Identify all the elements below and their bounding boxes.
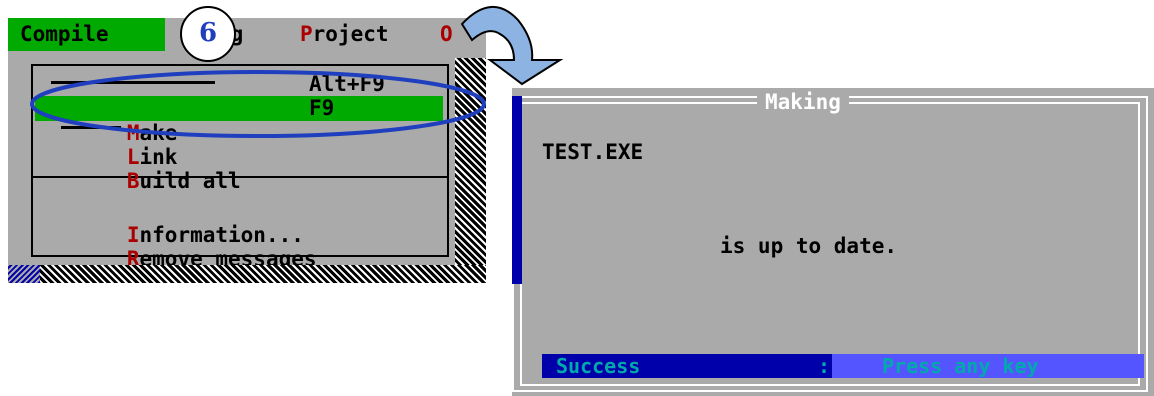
menu-item-build-all[interactable]: Build all [51,144,241,193]
compile-dropdown: Compile Alt+F9 Make F9 Link Build all In… [25,58,455,271]
ellipse-overlap-line [51,81,216,84]
menu-project-rest: roject [312,22,389,46]
menu-compile[interactable]: Compile [8,18,165,51]
ellipse-overlap-line [61,126,121,129]
menu-shadow-bottom [8,265,486,283]
menu-shadow-right [455,58,486,283]
shortcut-label: Alt+F9 [309,72,385,96]
hotkey-letter: B [126,169,140,193]
status-message: is up to date. [720,234,898,258]
menu-item-information[interactable]: Information... [51,198,304,247]
dialog-title: Making [757,88,849,116]
menu-item-link[interactable]: Link [51,120,177,169]
menu-item-label: uild all [139,169,241,193]
shortcut-label: F9 [309,96,335,120]
menu-item-remove-messages[interactable]: Remove messages [51,222,317,271]
target-file-name: TEST.EXE [542,140,644,164]
desktop-pattern [8,265,40,283]
making-dialog: Making TEST.EXE is up to date. Success :… [512,88,1154,396]
menu-bar: Compile ug Project O [8,18,486,51]
menu-item-make[interactable]: Make F9 [35,96,443,145]
dialog-left-bar [512,96,522,284]
menu-options[interactable]: O [440,18,453,51]
status-separator: : [818,354,831,378]
menu-project[interactable]: Project [300,18,389,51]
press-any-key-hint[interactable]: Press any key [882,354,1039,378]
compile-menu-screenshot: Compile ug Project O Compile Alt+F9 Make… [8,18,486,283]
step-number-callout: 6 [180,6,236,62]
menu-options-label: O [440,22,453,46]
menu-project-hotkey: P [300,22,313,46]
status-label: Success [556,354,641,378]
status-line: Success : Press any key [542,354,1144,378]
menu-item-compile[interactable]: Compile Alt+F9 [51,72,385,121]
